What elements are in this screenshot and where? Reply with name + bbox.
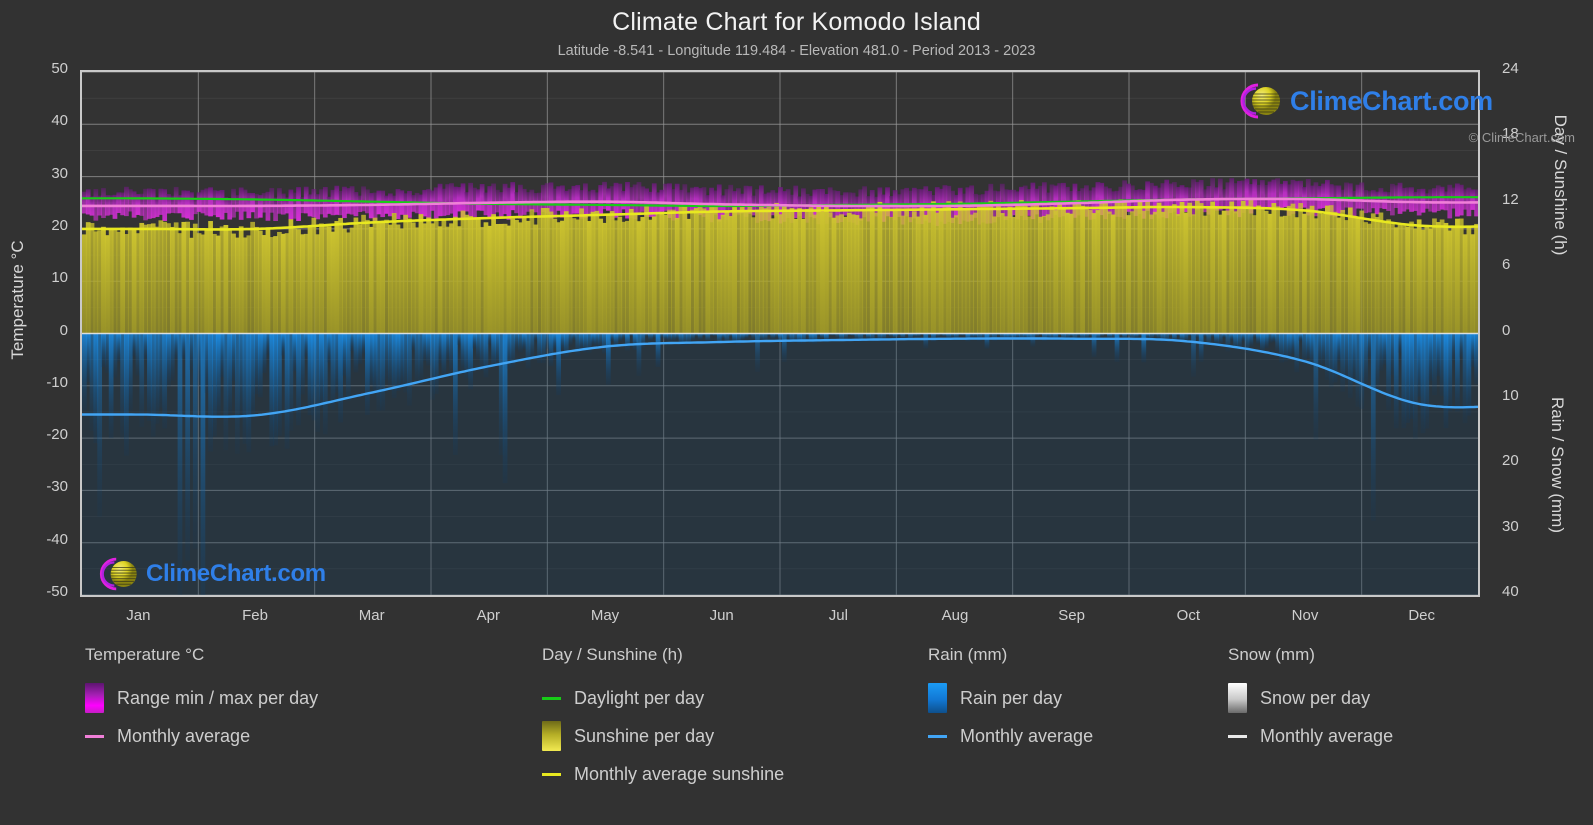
y-tick-left: -30: [46, 478, 68, 496]
y-axis-right-top-title: Day / Sunshine (h): [1551, 114, 1570, 256]
legend-item[interactable]: Monthly average: [928, 717, 1093, 755]
y-tick-left: 50: [51, 60, 68, 77]
legend-item-label: Rain per day: [960, 687, 1063, 708]
page-subtitle: Latitude -8.541 - Longitude 119.484 - El…: [557, 43, 1036, 59]
legend-item-label: Range min / max per day: [117, 687, 319, 708]
legend-column-day-sunshine-h: Day / Sunshine (h) Daylight per day Sunshi…: [542, 645, 784, 793]
watermark-logo-bottom: ClimeChart.com: [92, 553, 326, 595]
legend-item[interactable]: Monthly average: [85, 717, 318, 755]
legend-swatch-icon: [542, 721, 561, 751]
y-tick-right-mm: 10: [1502, 386, 1519, 404]
legend-item[interactable]: Rain per day: [928, 679, 1093, 717]
watermark-logo-top: ClimeChart.com: [1232, 79, 1493, 123]
legend-item-label: Monthly average: [117, 725, 251, 746]
x-tick-month: Mar: [358, 607, 385, 624]
legend-column-title: Day / Sunshine (h): [542, 645, 683, 664]
legend-column-title: Temperature °C: [85, 645, 205, 664]
legend-column-snow-mm: Snow (mm) Snow per day Monthly average: [1228, 645, 1393, 755]
y-tick-right-hours: 12: [1502, 190, 1519, 208]
copyright-notice: © ClimeChart.com: [1468, 130, 1575, 145]
chart-canvas: [82, 72, 1478, 595]
legend-item-label: Monthly average: [960, 725, 1094, 746]
legend-swatch-icon: [85, 683, 104, 713]
legend-item[interactable]: Monthly average sunshine: [542, 755, 784, 793]
legend-column-title: Rain (mm): [928, 645, 1008, 664]
y-tick-right-mm: 30: [1502, 517, 1519, 535]
y-tick-right-hours: 24: [1502, 60, 1519, 77]
x-tick-month: Oct: [1176, 607, 1200, 624]
legend-line-icon: [928, 721, 947, 751]
x-tick-month: Jun: [709, 607, 734, 624]
legend-item[interactable]: Sunshine per day: [542, 717, 784, 755]
x-tick-month: Sep: [1058, 607, 1085, 624]
legend-item[interactable]: Daylight per day: [542, 679, 784, 717]
y-tick-left: -20: [46, 426, 68, 444]
page-title: Climate Chart for Komodo Island: [612, 8, 981, 36]
legend-swatch-icon: [1228, 683, 1247, 713]
legend-item-label: Monthly average: [1260, 725, 1394, 746]
y-tick-left: -10: [46, 373, 68, 391]
x-tick-month: Apr: [476, 607, 500, 624]
legend-column-title: Snow (mm): [1228, 645, 1315, 664]
watermark-text-bottom: ClimeChart.com: [146, 560, 326, 587]
y-tick-left: 10: [51, 269, 68, 287]
legend-item[interactable]: Snow per day: [1228, 679, 1393, 717]
legend-item[interactable]: Monthly average: [1228, 717, 1393, 755]
x-tick-month: Jul: [828, 607, 848, 624]
y-tick-right-hours: 6: [1502, 256, 1511, 274]
legend-column-temperature-c: Temperature °C Range min / max per day Mon…: [85, 645, 318, 755]
legend-line-icon: [85, 721, 104, 751]
x-tick-month: May: [590, 607, 620, 624]
x-tick-month: Aug: [941, 607, 969, 624]
x-tick-month: Dec: [1408, 607, 1435, 624]
y-tick-right-hours: 0: [1502, 321, 1511, 339]
y-tick-right-mm: 40: [1502, 583, 1519, 600]
y-tick-left: -40: [46, 530, 68, 548]
y-tick-left: 30: [51, 164, 68, 182]
y-tick-left: -50: [46, 583, 68, 600]
climechart-logo-icon: [99, 557, 137, 591]
climate-chart-page: Climate Chart for Komodo Island Latitude…: [0, 0, 1593, 825]
legend-swatch-icon: [928, 683, 947, 713]
y-tick-left: 0: [59, 321, 68, 339]
y-tick-right-mm: 20: [1502, 452, 1519, 470]
y-tick-left: 20: [51, 216, 68, 234]
legend-item-label: Snow per day: [1260, 687, 1371, 708]
chart-legend: Temperature °C Range min / max per day Mon…: [0, 645, 1593, 825]
legend-item[interactable]: Range min / max per day: [85, 679, 318, 717]
x-tick-month: Jan: [126, 607, 151, 624]
legend-item-label: Sunshine per day: [574, 725, 715, 746]
watermark-text-top: ClimeChart.com: [1290, 85, 1493, 116]
legend-column-rain-mm: Rain (mm) Rain per day Monthly average: [928, 645, 1093, 755]
legend-line-icon: [542, 759, 561, 789]
legend-line-icon: [1228, 721, 1247, 751]
legend-item-label: Daylight per day: [574, 687, 705, 708]
x-tick-month: Nov: [1291, 607, 1319, 624]
climechart-logo-icon: [1240, 83, 1280, 119]
y-tick-left: 40: [51, 112, 68, 130]
legend-line-icon: [542, 683, 561, 713]
legend-item-label: Monthly average sunshine: [574, 763, 785, 784]
chart-plot-area: [80, 70, 1480, 597]
x-tick-month: Feb: [242, 607, 268, 624]
